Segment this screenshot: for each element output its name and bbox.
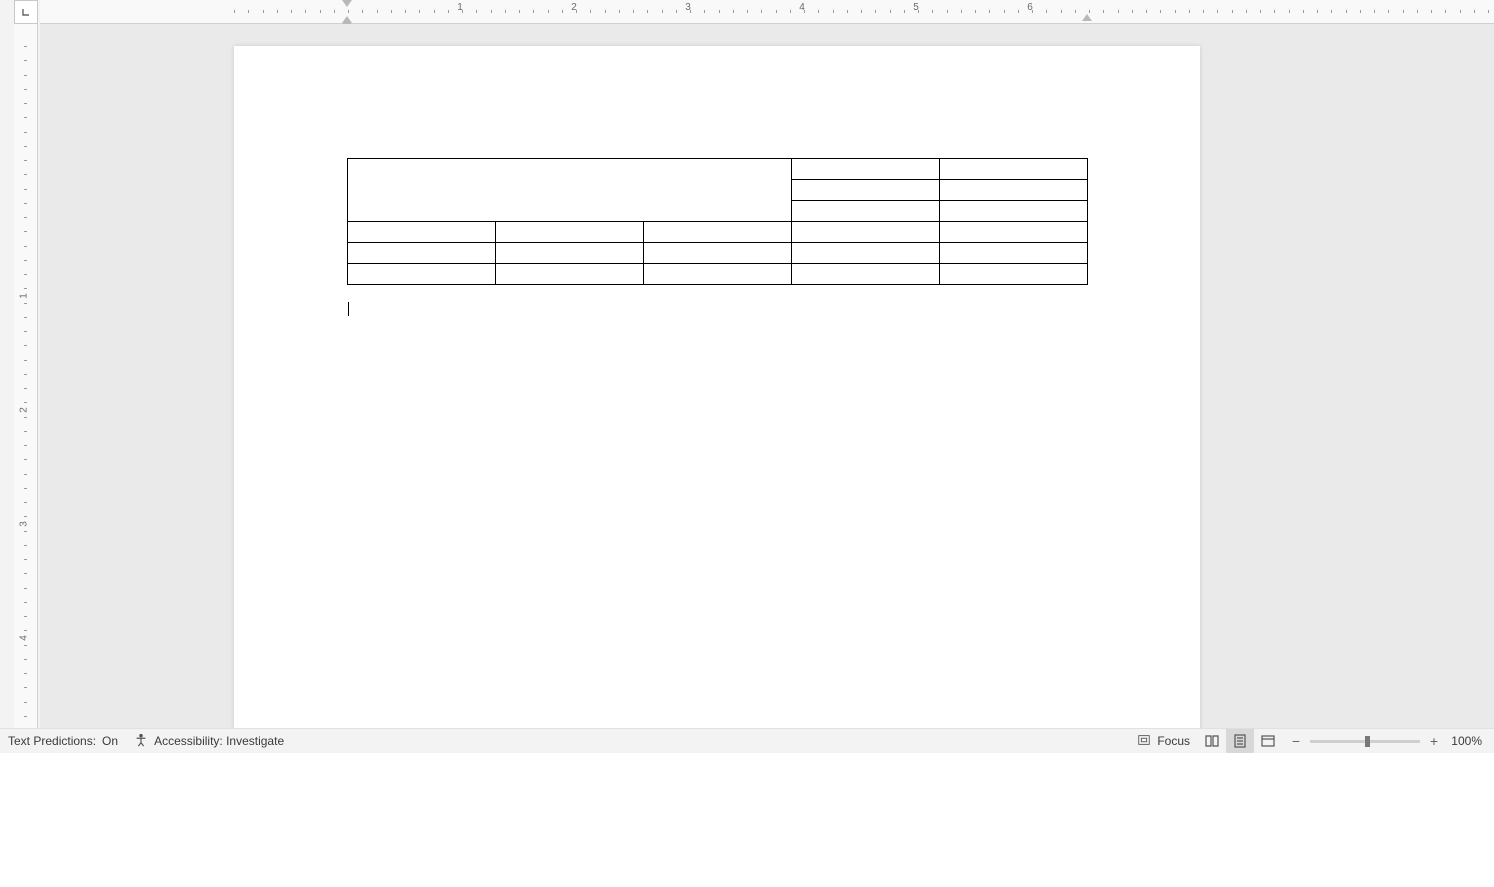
zoom-controls: − + 100% bbox=[1282, 733, 1494, 749]
table-cell[interactable] bbox=[792, 243, 940, 264]
table-cell[interactable] bbox=[644, 222, 792, 243]
accessibility-icon bbox=[134, 733, 148, 750]
hanging-indent-marker[interactable] bbox=[342, 16, 352, 23]
tab-selector[interactable] bbox=[14, 0, 38, 24]
zoom-in-button[interactable]: + bbox=[1426, 733, 1442, 749]
workspace: 123456 1234 bbox=[0, 0, 1494, 887]
table-cell[interactable] bbox=[348, 159, 792, 222]
table-cell[interactable] bbox=[792, 222, 940, 243]
print-layout-button[interactable] bbox=[1226, 729, 1254, 753]
table-cell[interactable] bbox=[496, 243, 644, 264]
blank-area bbox=[0, 753, 1494, 887]
text-cursor bbox=[348, 302, 349, 316]
table-cell[interactable] bbox=[940, 159, 1088, 180]
horizontal-ruler[interactable]: 123456 bbox=[40, 0, 1494, 24]
table-cell[interactable] bbox=[940, 264, 1088, 285]
table-cell[interactable] bbox=[940, 222, 1088, 243]
first-line-indent-marker[interactable] bbox=[342, 0, 352, 7]
document-table[interactable] bbox=[347, 158, 1088, 285]
focus-label: Focus bbox=[1157, 734, 1190, 748]
table-cell[interactable] bbox=[940, 180, 1088, 201]
table-cell[interactable] bbox=[496, 264, 644, 285]
focus-mode-button[interactable]: Focus bbox=[1129, 729, 1198, 753]
table-cell[interactable] bbox=[496, 222, 644, 243]
predictions-value: On bbox=[102, 734, 118, 748]
read-mode-button[interactable] bbox=[1198, 729, 1226, 753]
right-indent-marker[interactable] bbox=[1082, 14, 1092, 21]
zoom-slider-thumb[interactable] bbox=[1365, 736, 1370, 747]
status-bar: Text Predictions: On Accessibility: Inve… bbox=[0, 728, 1494, 753]
table-cell[interactable] bbox=[644, 243, 792, 264]
predictions-label: Text Predictions: bbox=[8, 734, 96, 748]
table-cell[interactable] bbox=[940, 243, 1088, 264]
accessibility-label: Accessibility: Investigate bbox=[154, 734, 284, 748]
table-cell[interactable] bbox=[792, 159, 940, 180]
zoom-out-button[interactable]: − bbox=[1288, 733, 1304, 749]
table-cell[interactable] bbox=[792, 264, 940, 285]
table-cell[interactable] bbox=[348, 222, 496, 243]
table-cell[interactable] bbox=[940, 201, 1088, 222]
table-cell[interactable] bbox=[792, 180, 940, 201]
table-cell[interactable] bbox=[348, 243, 496, 264]
table-cell[interactable] bbox=[792, 201, 940, 222]
zoom-percentage[interactable]: 100% bbox=[1448, 734, 1488, 748]
focus-icon bbox=[1137, 733, 1151, 750]
zoom-slider[interactable] bbox=[1310, 740, 1420, 743]
web-layout-button[interactable] bbox=[1254, 729, 1282, 753]
accessibility-status[interactable]: Accessibility: Investigate bbox=[126, 729, 292, 753]
text-predictions-status[interactable]: Text Predictions: On bbox=[0, 729, 126, 753]
table-cell[interactable] bbox=[348, 264, 496, 285]
table-cell[interactable] bbox=[644, 264, 792, 285]
